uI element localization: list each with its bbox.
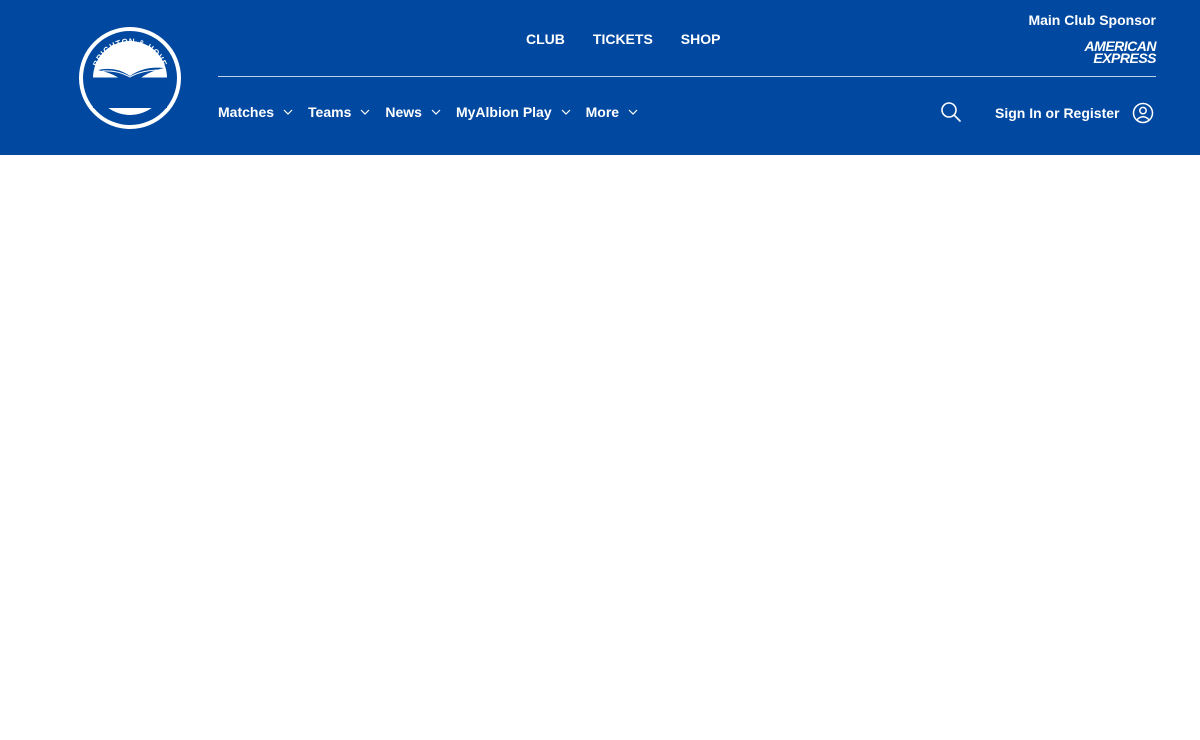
nav-item-label: Matches — [218, 104, 275, 120]
sign-in-label: Sign In or Register — [995, 105, 1120, 121]
nav-item-label: More — [585, 104, 620, 120]
nav-item-myalbion-play[interactable]: MyAlbion Play — [456, 102, 572, 122]
site-header: BRIGHTON & HOVE ALBION CLUB TICKETS SHOP… — [0, 0, 1200, 155]
chevron-down-icon — [431, 109, 441, 115]
top-link-club[interactable]: CLUB — [512, 30, 579, 48]
top-link-shop[interactable]: SHOP — [667, 30, 735, 48]
main-nav: Matches Teams News MyAlbion Play More — [218, 102, 653, 122]
sponsor-block: Main Club Sponsor AMERICAN EXPRESS — [1028, 12, 1157, 65]
chevron-down-icon — [561, 109, 571, 115]
sponsor-logo[interactable]: AMERICAN EXPRESS — [1028, 39, 1157, 65]
nav-item-teams[interactable]: Teams — [308, 102, 371, 122]
search-button[interactable] — [940, 101, 962, 123]
header-divider — [218, 76, 1156, 77]
page-content — [0, 155, 1200, 740]
nav-item-news[interactable]: News — [385, 102, 442, 122]
club-crest-icon: BRIGHTON & HOVE ALBION — [79, 27, 181, 129]
nav-item-label: News — [385, 104, 422, 120]
chevron-down-icon — [360, 109, 370, 115]
sign-in-register-link[interactable]: Sign In or Register — [995, 102, 1154, 124]
chevron-down-icon — [283, 109, 293, 115]
sponsor-label: Main Club Sponsor — [1028, 12, 1156, 28]
chevron-down-icon — [628, 109, 638, 115]
nav-item-label: Teams — [308, 104, 352, 120]
top-link-tickets[interactable]: TICKETS — [579, 30, 667, 48]
user-icon — [1133, 102, 1154, 124]
club-logo[interactable]: BRIGHTON & HOVE ALBION — [78, 26, 182, 130]
search-icon — [941, 102, 961, 122]
nav-item-label: MyAlbion Play — [455, 104, 552, 120]
nav-item-matches[interactable]: Matches — [218, 102, 294, 122]
top-links: CLUB TICKETS SHOP — [512, 30, 734, 48]
nav-item-more[interactable]: More — [586, 102, 639, 122]
